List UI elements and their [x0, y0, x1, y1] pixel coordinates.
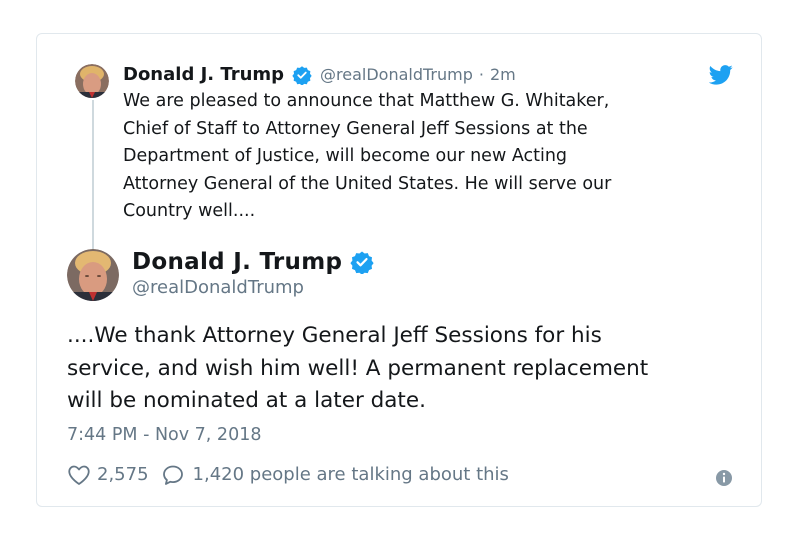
parent-author-name[interactable]: Donald J. Trump: [123, 62, 284, 88]
main-tweet-author-row: Donald J. Trump: [132, 247, 374, 277]
parent-tweet-text: We are pleased to announce that Matthew …: [123, 91, 612, 221]
tweet-timestamp[interactable]: 7:44 PM - Nov 7, 2018: [67, 422, 261, 448]
parent-avatar[interactable]: [75, 64, 109, 98]
parent-tweet-time[interactable]: 2m: [490, 62, 516, 88]
thread-connector-line: [92, 100, 94, 250]
verified-badge-icon: [292, 65, 312, 85]
separator-dot: ·: [478, 65, 484, 84]
speech-bubble-icon[interactable]: [161, 463, 185, 487]
info-icon[interactable]: [715, 469, 733, 487]
tweet-embed-card: Donald J. Trump @realDonaldTrump · 2m We…: [36, 33, 762, 507]
main-author-name[interactable]: Donald J. Trump: [132, 247, 342, 277]
tweet-actions: 2,575 1,420 people are talking about thi…: [67, 462, 509, 488]
likes-count[interactable]: 2,575: [97, 462, 149, 488]
talking-about-link[interactable]: 1,420 people are talking about this: [193, 462, 509, 488]
parent-author-handle[interactable]: @realDonaldTrump: [320, 62, 473, 88]
parent-tweet-header: Donald J. Trump @realDonaldTrump · 2m: [123, 62, 516, 88]
main-author-handle[interactable]: @realDonaldTrump: [132, 276, 304, 300]
twitter-bird-icon[interactable]: [709, 65, 733, 85]
main-avatar[interactable]: [67, 249, 119, 301]
heart-icon[interactable]: [67, 463, 91, 487]
main-tweet-text: ....We thank Attorney General Jeff Sessi…: [67, 323, 649, 413]
verified-badge-icon: [350, 250, 374, 274]
